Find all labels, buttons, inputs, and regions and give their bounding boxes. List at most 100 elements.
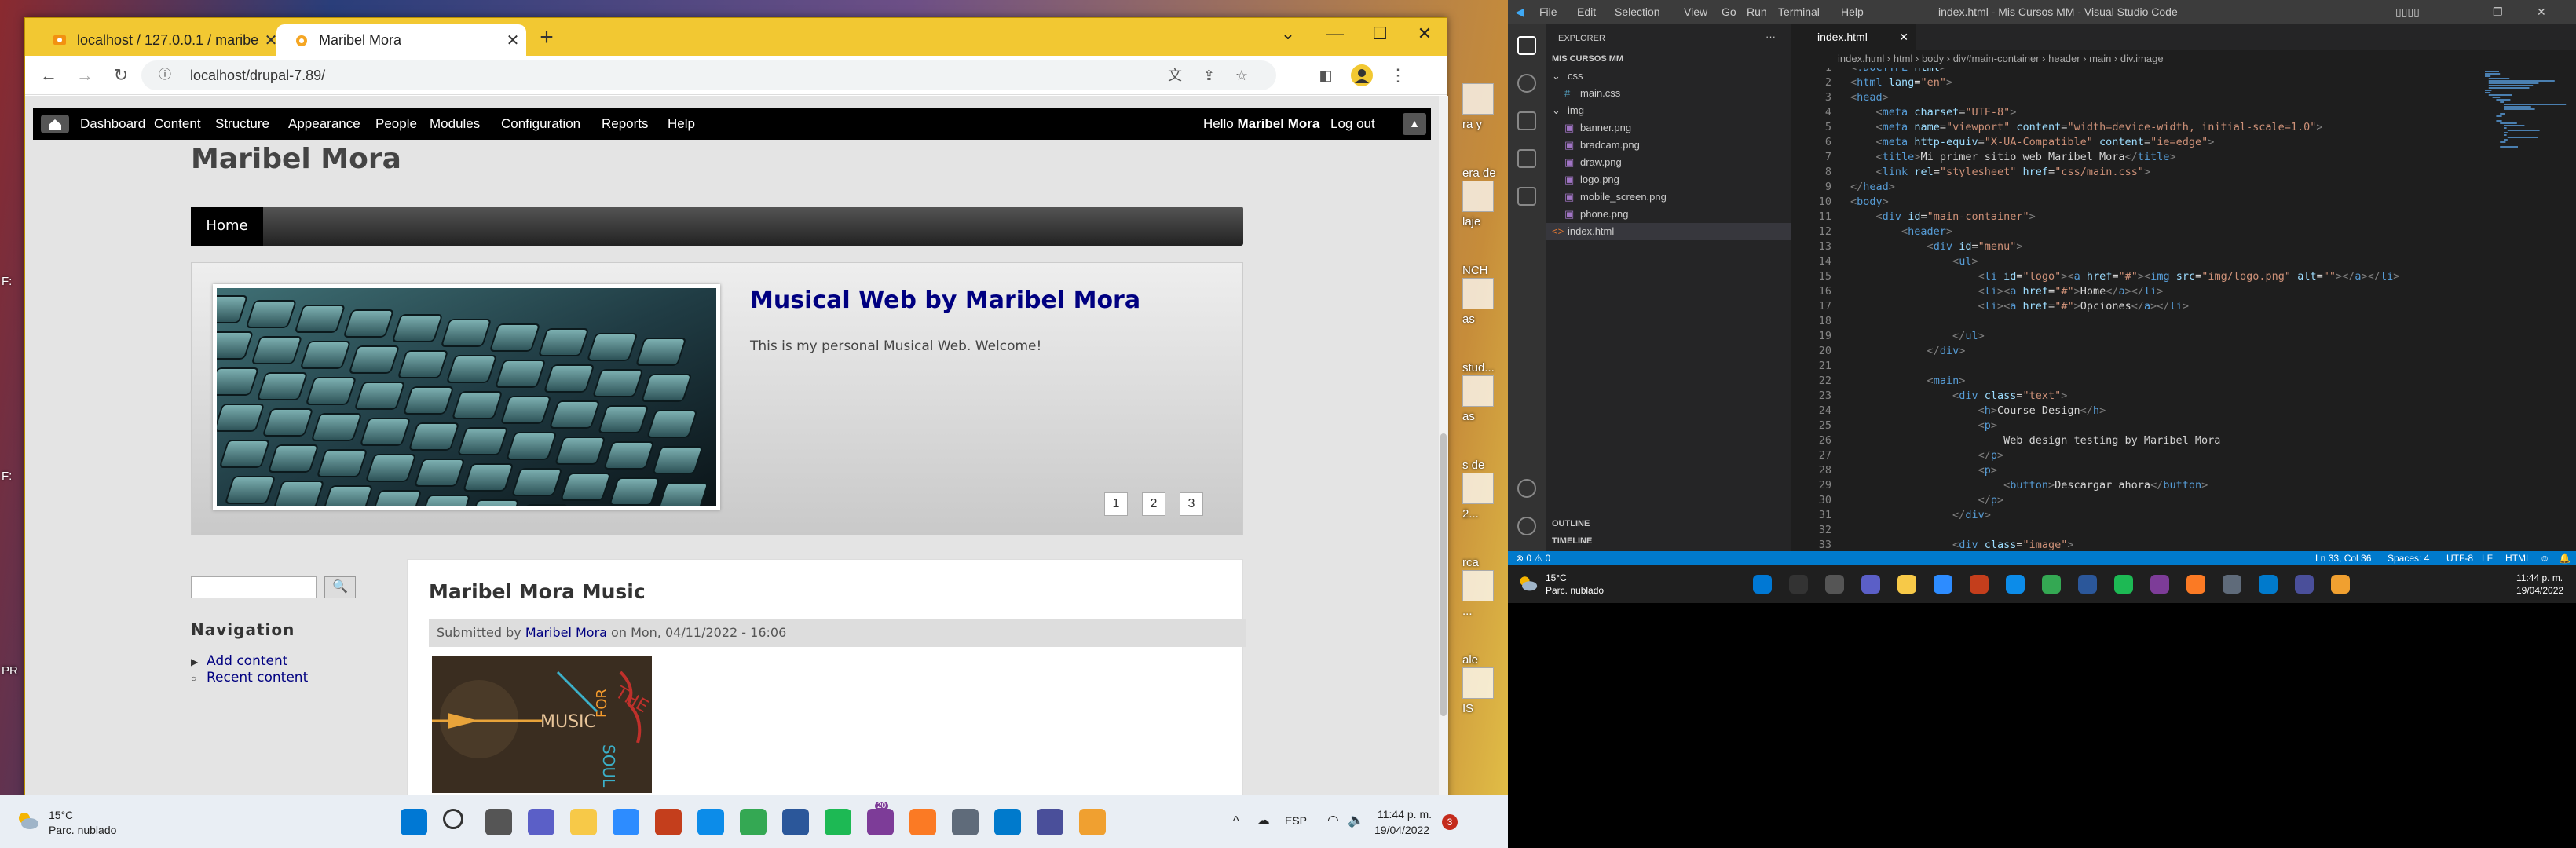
address-bar[interactable]: ⓘ localhost/drupal-7.89/ 文 ⇪ ☆ — [141, 60, 1276, 90]
file-item[interactable]: <> index.html — [1546, 223, 1791, 240]
breadcrumb-item[interactable]: div#main-container — [1953, 53, 2040, 64]
close-window-button[interactable]: ✕ — [1403, 18, 1447, 49]
code-line[interactable]: 6 <meta http-equiv="X-UA-Compatible" con… — [1791, 135, 2215, 150]
code-line[interactable]: 25 <p> — [1791, 419, 1997, 433]
code-line[interactable]: 30 </p> — [1791, 493, 2003, 508]
code-line[interactable]: 1 <!DOCTYPE html> — [1791, 68, 1946, 75]
clock-date[interactable]: 19/04/2022 — [1374, 824, 1429, 836]
zoom-icon[interactable] — [613, 809, 639, 835]
slide-pager-3[interactable]: 3 — [1180, 492, 1203, 516]
xampp-icon[interactable] — [2186, 575, 2205, 594]
tray-chevron-icon[interactable]: ^ — [1233, 814, 1239, 828]
file-explorer-icon[interactable] — [570, 809, 597, 835]
code-line[interactable]: 5 <meta name="viewport" content="width=d… — [1791, 120, 2323, 135]
menu-help[interactable]: Help — [1841, 0, 1864, 24]
code-line[interactable]: 22 <main> — [1791, 374, 1966, 389]
eol[interactable]: LF — [2482, 551, 2493, 565]
desktop-shortcut-label[interactable]: laje — [1462, 215, 1480, 229]
clock-time[interactable]: 11:44 p. m. — [1378, 808, 1432, 821]
clock-date[interactable]: 19/04/2022 — [2516, 585, 2563, 596]
wifi-icon[interactable]: ◠ — [1327, 813, 1339, 828]
vs-minimize-button[interactable]: — — [2450, 0, 2461, 24]
page-scrollbar[interactable] — [1439, 96, 1448, 803]
author-link[interactable]: Maribel Mora — [525, 625, 607, 640]
extensions-icon[interactable] — [1517, 187, 1536, 206]
code-line[interactable]: 33 <div class="image"> — [1791, 538, 2074, 550]
powerpoint-icon[interactable] — [1970, 575, 1989, 594]
layout-toggle-icon[interactable]: ▯▯▯▯ — [2395, 0, 2420, 24]
chrome-profile-icon[interactable] — [2150, 575, 2169, 594]
outline-section[interactable]: OUTLINE — [1552, 515, 1590, 532]
search-icon[interactable] — [443, 809, 463, 829]
code-line[interactable]: 10 <body> — [1791, 195, 1889, 210]
desktop-shortcut-label[interactable]: F: — [2, 275, 12, 289]
settings-gear-icon[interactable] — [1517, 517, 1536, 535]
breadcrumb-item[interactable]: div.image — [2120, 53, 2164, 64]
admin-help[interactable]: Help — [668, 108, 695, 140]
toolbar-toggle-icon[interactable]: ▲ — [1403, 113, 1426, 135]
forward-icon[interactable]: → — [72, 63, 97, 88]
breadcrumb-item[interactable]: main — [2089, 53, 2111, 64]
menu-home[interactable]: Home — [191, 207, 263, 246]
code-line[interactable]: 24 <h>Course Design</h> — [1791, 404, 2106, 419]
volume-icon[interactable]: 🔈 — [1348, 813, 1364, 828]
weather-desc[interactable]: Parc. nublado — [49, 824, 116, 836]
language-mode[interactable]: HTML — [2505, 551, 2531, 565]
spotify-icon[interactable] — [2114, 575, 2133, 594]
teams-chat-icon[interactable] — [528, 809, 554, 835]
file-item[interactable]: ▣ draw.png — [1546, 154, 1791, 171]
desktop-shortcut-label[interactable]: as — [1462, 410, 1475, 424]
menu-run[interactable]: Run — [1747, 0, 1767, 24]
source-control-icon[interactable] — [1517, 111, 1536, 130]
run-debug-icon[interactable] — [1517, 149, 1536, 168]
start-windows-icon[interactable] — [1753, 575, 1772, 594]
desktop-shortcut-label[interactable]: 2... — [1462, 507, 1479, 521]
node-title[interactable]: Maribel Mora Music — [429, 580, 646, 603]
code-line[interactable]: 19 </ul> — [1791, 329, 1985, 344]
desktop-shortcut-icon[interactable] — [1462, 667, 1494, 699]
weather-cloud-icon[interactable] — [1517, 572, 1538, 593]
admin-structure[interactable]: Structure — [215, 108, 269, 140]
chrome-profile-icon[interactable] — [867, 809, 894, 835]
maximize-button[interactable]: ☐ — [1358, 18, 1402, 49]
code-line[interactable]: 2 <html lang="en"> — [1791, 75, 1952, 90]
tab-phpmyadmin[interactable]: localhost / 127.0.0.1 / maribel m ✕ — [35, 24, 284, 56]
code-line[interactable]: 7 <title>Mi primer sitio web Maribel Mor… — [1791, 150, 2176, 165]
file-item[interactable]: ▣ mobile_screen.png — [1546, 188, 1791, 206]
code-line[interactable]: 21 — [1791, 359, 1850, 374]
admin-modules[interactable]: Modules — [430, 108, 480, 140]
code-area[interactable]: 1 <!DOCTYPE html> 2 <html lang="en"> 3 <head>… — [1791, 68, 2482, 550]
slide-pager-1[interactable]: 1 — [1104, 492, 1128, 516]
xampp-icon[interactable] — [909, 809, 936, 835]
code-line[interactable]: 11 <div id="main-container"> — [1791, 210, 2036, 225]
breadcrumb-item[interactable]: index.html — [1838, 53, 1884, 64]
menu-terminal[interactable]: Terminal — [1778, 0, 1820, 24]
vs-restore-button[interactable]: ❐ — [2493, 0, 2503, 24]
encoding[interactable]: UTF-8 — [2446, 551, 2473, 565]
chrome-icon[interactable] — [2042, 575, 2061, 594]
code-line[interactable]: 29 <button>Descargar ahora</button> — [1791, 478, 2208, 493]
code-line[interactable]: 31 </div> — [1791, 508, 1991, 523]
timeline-section[interactable]: TIMELINE — [1552, 532, 1592, 550]
desktop-shortcut-label[interactable]: as — [1462, 313, 1475, 327]
menu-file[interactable]: File — [1539, 0, 1557, 24]
code-line[interactable]: 32 — [1791, 523, 1850, 538]
task-view-icon[interactable] — [1825, 575, 1844, 594]
desktop-shortcut-icon[interactable] — [1462, 473, 1494, 504]
powerpoint-icon[interactable] — [655, 809, 682, 835]
code-line[interactable]: 8 <link rel="stylesheet" href="css/main.… — [1791, 165, 2150, 180]
explorer-icon[interactable] — [1517, 36, 1536, 55]
cursor-position[interactable]: Ln 33, Col 36 — [2315, 551, 2371, 565]
search-icon[interactable] — [1789, 575, 1808, 594]
admin-appearance[interactable]: Appearance — [288, 108, 360, 140]
search-input[interactable] — [191, 576, 317, 598]
desktop-shortcut-label[interactable]: ale — [1462, 653, 1478, 667]
clock-time[interactable]: 11:44 p. m. — [2516, 572, 2563, 583]
file-explorer-icon[interactable] — [1897, 575, 1916, 594]
network-tool-icon[interactable] — [952, 809, 979, 835]
cloud-sync-icon[interactable]: ☁ — [1257, 813, 1270, 828]
desktop-shortcut-icon[interactable] — [1462, 83, 1494, 115]
edge-icon[interactable] — [697, 809, 724, 835]
code-line[interactable]: 17 <li><a href="#">Opciones</a></li> — [1791, 299, 2189, 314]
admin-configuration[interactable]: Configuration — [501, 108, 580, 140]
